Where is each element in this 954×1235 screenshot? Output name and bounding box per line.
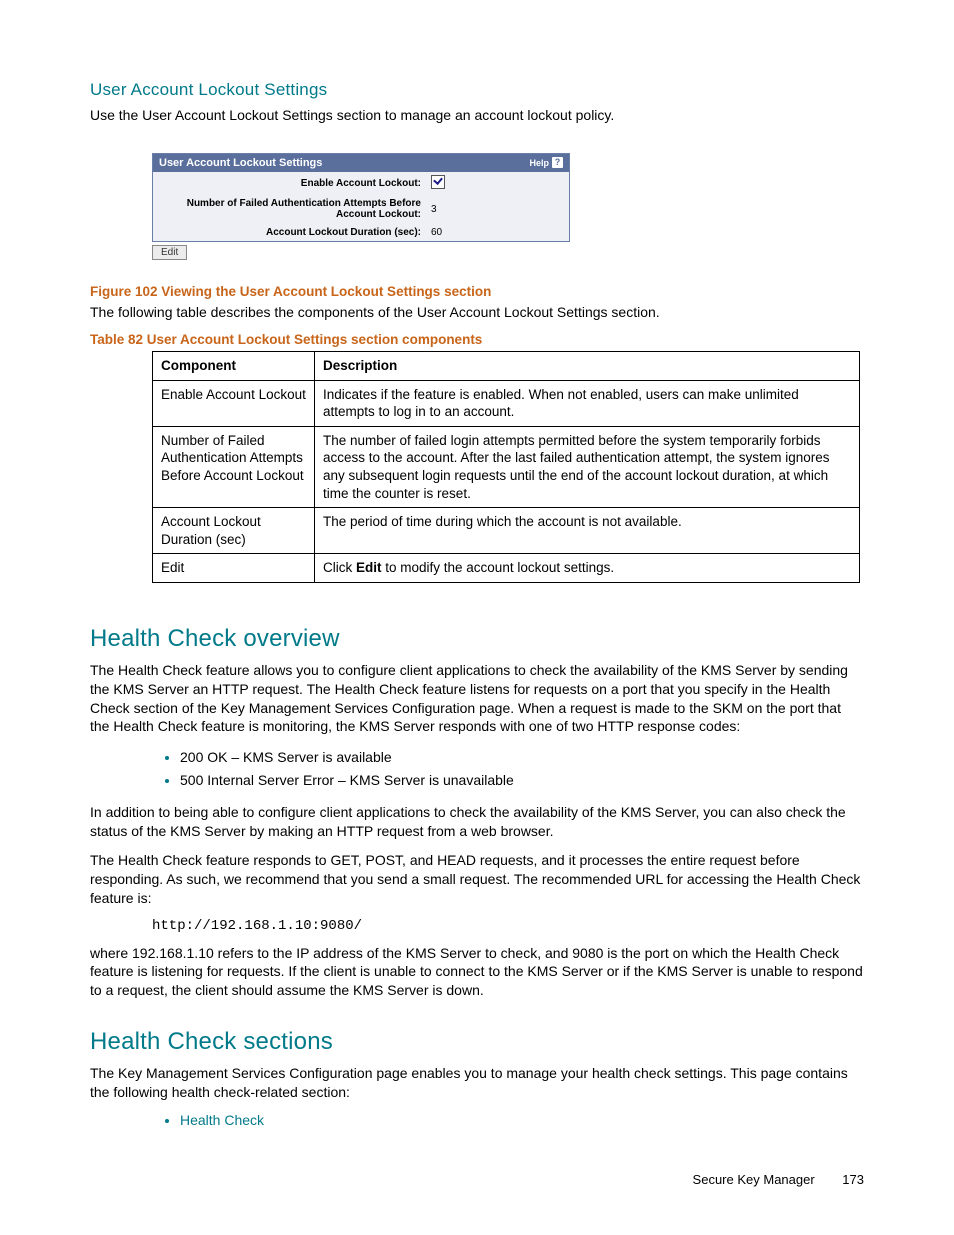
list-item: 200 OK – KMS Server is available	[180, 746, 864, 768]
table-row: Enable Account Lockout Indicates if the …	[153, 380, 860, 426]
hcs-p1: The Key Management Services Configuratio…	[90, 1064, 864, 1102]
cell-component: Number of Failed Authentication Attempts…	[153, 426, 315, 507]
page-footer: Secure Key Manager 173	[693, 1172, 864, 1187]
hco-p3: The Health Check feature responds to GET…	[90, 851, 864, 908]
response-code-list: 200 OK – KMS Server is available 500 Int…	[152, 746, 864, 791]
help-label: Help	[529, 158, 549, 168]
row-enable: Enable Account Lockout:	[153, 172, 569, 195]
cell-description: The number of failed login attempts perm…	[315, 426, 860, 507]
checkbox-enable[interactable]	[431, 175, 445, 189]
figure-caption: Figure 102 Viewing the User Account Lock…	[90, 284, 864, 299]
edit-button[interactable]: Edit	[152, 245, 187, 260]
cell-description: Click Edit to modify the account lockout…	[315, 554, 860, 583]
section-link-list: Health Check	[152, 1112, 864, 1128]
panel-titlebar: User Account Lockout Settings Help ?	[153, 154, 569, 172]
list-item: Health Check	[180, 1112, 864, 1128]
table-caption: Table 82 User Account Lockout Settings s…	[90, 332, 864, 347]
th-description: Description	[315, 352, 860, 381]
cell-description: Indicates if the feature is enabled. Whe…	[315, 380, 860, 426]
bold-text: Edit	[356, 560, 382, 575]
text: Click	[323, 560, 356, 575]
hco-p1: The Health Check feature allows you to c…	[90, 661, 864, 737]
settings-panel-figure: User Account Lockout Settings Help ? Ena…	[152, 153, 570, 261]
h2-health-check-sections: Health Check sections	[90, 1028, 864, 1056]
page-number: 173	[842, 1172, 864, 1187]
row-duration: Account Lockout Duration (sec): 60	[153, 224, 569, 242]
health-check-link[interactable]: Health Check	[180, 1112, 264, 1128]
intro-paragraph: Use the User Account Lockout Settings se…	[90, 106, 864, 125]
row-attempts: Number of Failed Authentication Attempts…	[153, 195, 569, 224]
text: to modify the account lockout settings.	[382, 560, 615, 575]
footer-title: Secure Key Manager	[693, 1172, 815, 1187]
cell-component: Account Lockout Duration (sec)	[153, 508, 315, 554]
hco-p2: In addition to being able to configure c…	[90, 803, 864, 841]
label-enable: Enable Account Lockout:	[161, 178, 421, 190]
components-table: Component Description Enable Account Loc…	[152, 351, 860, 582]
table-row: Edit Click Edit to modify the account lo…	[153, 554, 860, 583]
settings-panel: User Account Lockout Settings Help ? Ena…	[152, 153, 570, 243]
table-header-row: Component Description	[153, 352, 860, 381]
help-link[interactable]: Help ?	[529, 157, 563, 168]
table-intro: The following table describes the compon…	[90, 303, 864, 322]
page: User Account Lockout Settings Use the Us…	[0, 0, 954, 1235]
hco-p4: where 192.168.1.10 refers to the IP addr…	[90, 944, 864, 1001]
table-row: Account Lockout Duration (sec) The perio…	[153, 508, 860, 554]
table-row: Number of Failed Authentication Attempts…	[153, 426, 860, 507]
help-icon: ?	[552, 157, 563, 168]
h3-user-account-lockout: User Account Lockout Settings	[90, 80, 864, 100]
panel-body: Enable Account Lockout: Number of Failed…	[153, 172, 569, 242]
value-duration: 60	[431, 227, 561, 238]
cell-component: Enable Account Lockout	[153, 380, 315, 426]
cell-component: Edit	[153, 554, 315, 583]
label-attempts: Number of Failed Authentication Attempts…	[161, 198, 421, 221]
label-duration: Account Lockout Duration (sec):	[161, 227, 421, 239]
value-attempts: 3	[431, 204, 561, 215]
cell-description: The period of time during which the acco…	[315, 508, 860, 554]
list-item: 500 Internal Server Error – KMS Server i…	[180, 769, 864, 791]
th-component: Component	[153, 352, 315, 381]
panel-title-text: User Account Lockout Settings	[159, 157, 322, 169]
health-check-url: http://192.168.1.10:9080/	[152, 918, 864, 934]
h2-health-check-overview: Health Check overview	[90, 625, 864, 653]
